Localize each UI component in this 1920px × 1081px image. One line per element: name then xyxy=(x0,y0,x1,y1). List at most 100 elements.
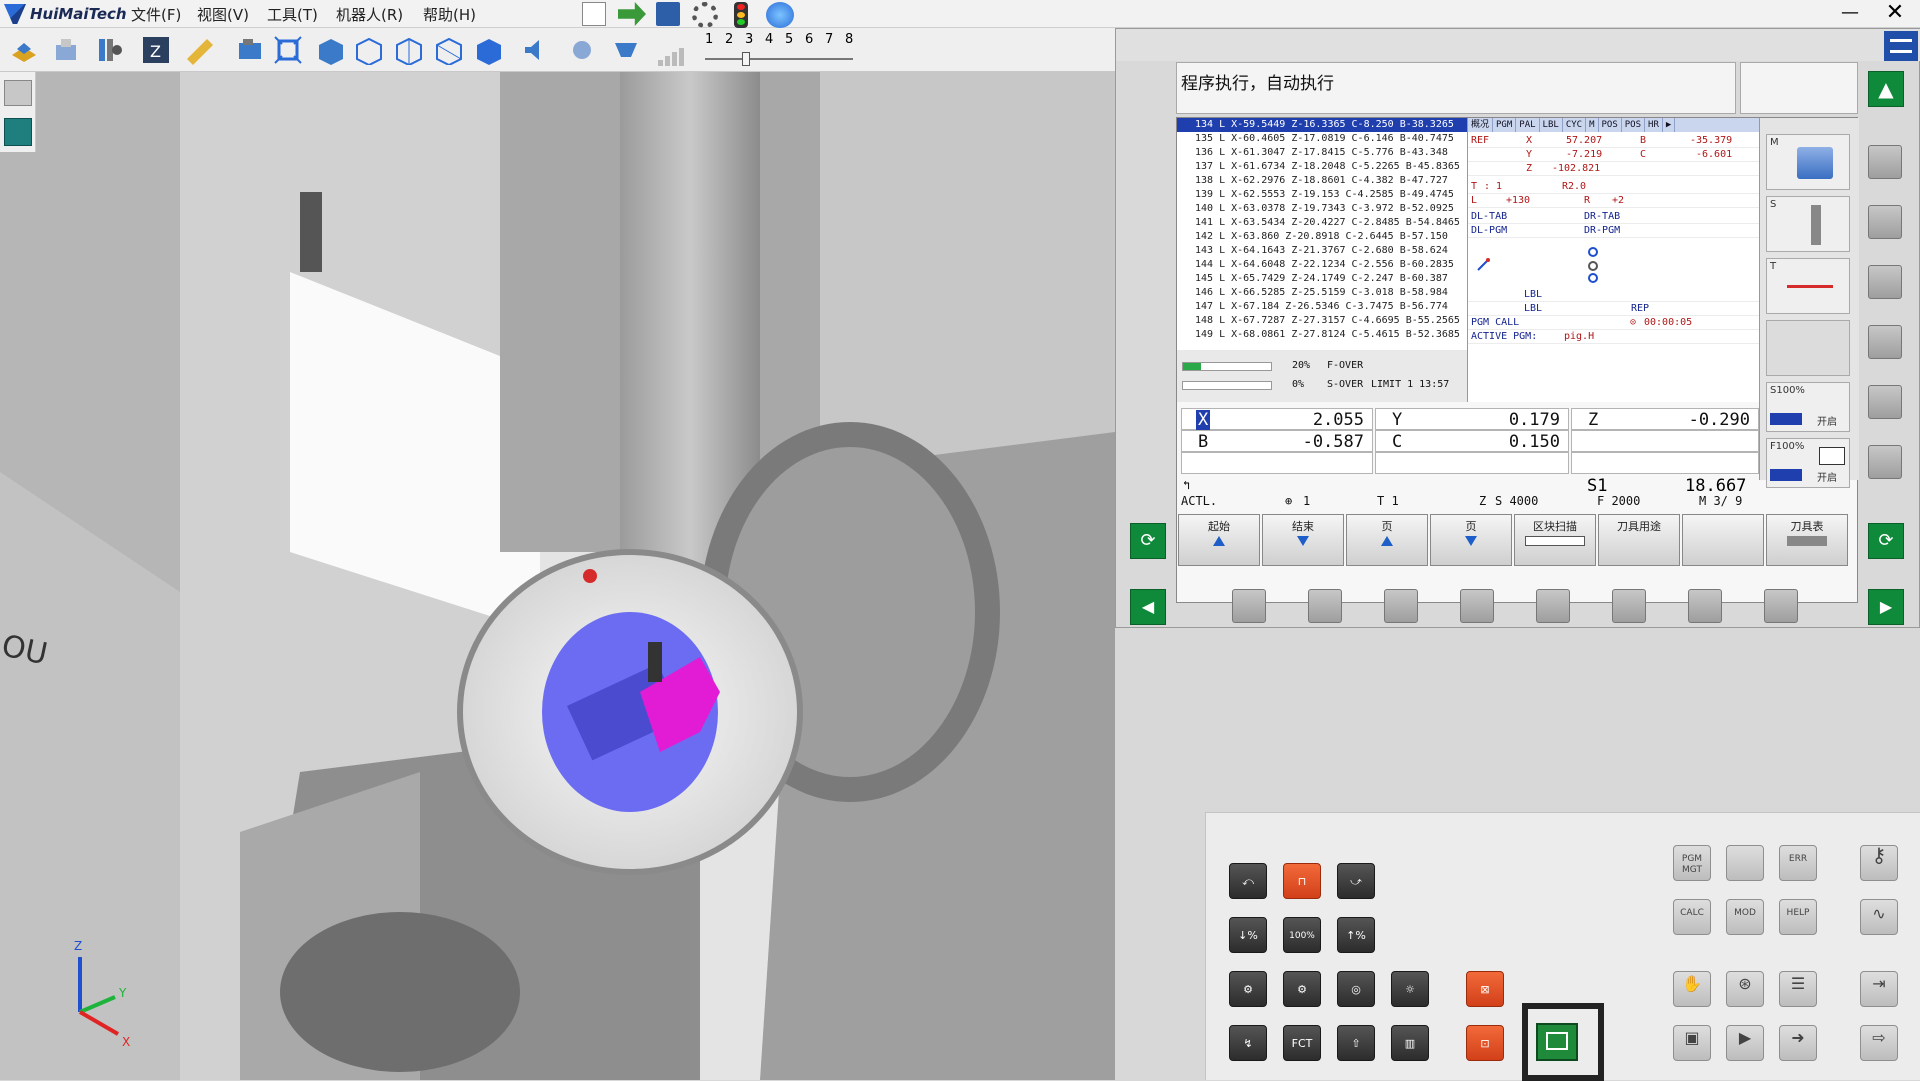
softkey-hardware-button[interactable] xyxy=(1764,589,1798,623)
program-line[interactable]: 137 L X-61.6734 Z-18.2048 C-5.2265 B-45.… xyxy=(1177,160,1467,174)
softkey-tool-usage[interactable]: 刀具用途 xyxy=(1598,514,1680,566)
screen-up-button[interactable]: ▲ xyxy=(1868,71,1904,107)
err-key[interactable]: ERR xyxy=(1779,845,1817,881)
cycle-stop-key[interactable]: ⊠ xyxy=(1466,971,1504,1007)
panel-side-key[interactable] xyxy=(1868,445,1902,479)
menu-file[interactable]: 文件(F) xyxy=(131,4,181,25)
program-line[interactable]: 146 L X-66.5285 Z-25.5159 C-3.018 B-58.9… xyxy=(1177,286,1467,300)
status-tab[interactable]: HR xyxy=(1645,118,1663,132)
test-run-key[interactable]: ➜ xyxy=(1779,1025,1817,1061)
softkey-prev-button[interactable]: ◀ xyxy=(1130,589,1166,625)
status-tab[interactable]: POS xyxy=(1599,118,1622,132)
fit-view-icon[interactable] xyxy=(270,32,306,68)
softkey-page-down[interactable]: 页 xyxy=(1430,514,1512,566)
status-tab[interactable]: LBL xyxy=(1540,118,1563,132)
program-line[interactable]: 148 L X-67.7287 Z-27.3157 C-4.6695 B-55.… xyxy=(1177,314,1467,328)
softkey-hardware-button[interactable] xyxy=(1308,589,1342,623)
screen-mode-key[interactable] xyxy=(1536,1023,1578,1061)
door-key[interactable]: ▥ xyxy=(1391,1025,1429,1061)
program-line[interactable]: 145 L X-65.7429 Z-24.1749 C-2.247 B-60.3… xyxy=(1177,272,1467,286)
panel-side-key[interactable] xyxy=(1868,145,1902,179)
camera-view-icon[interactable] xyxy=(232,32,268,68)
panel-side-key[interactable] xyxy=(1868,325,1902,359)
softkey-next-button[interactable]: ▶ xyxy=(1868,589,1904,625)
program-line[interactable]: 140 L X-63.0378 Z-19.7343 C-3.972 B-52.0… xyxy=(1177,202,1467,216)
softkey-hardware-button[interactable] xyxy=(1612,589,1646,623)
softkey-end[interactable]: 结束 xyxy=(1262,514,1344,566)
traffic-light-icon[interactable] xyxy=(734,2,748,28)
pgm-mgt-key[interactable]: PGM MGT xyxy=(1673,845,1711,881)
status-tab[interactable]: PGM xyxy=(1493,118,1517,132)
panel-toggle-icon[interactable] xyxy=(4,118,32,146)
panel-side-key[interactable] xyxy=(1868,385,1902,419)
sound-toggle-icon[interactable] xyxy=(518,32,554,68)
program-line[interactable]: 147 L X-67.184 Z-26.5346 C-3.7475 B-56.7… xyxy=(1177,300,1467,314)
key-switch-icon[interactable]: ⚷ xyxy=(1860,845,1898,881)
minimize-button[interactable]: — xyxy=(1838,2,1862,26)
manual-mode-key[interactable]: ✋ xyxy=(1673,971,1711,1007)
program-line[interactable]: 139 L X-62.5553 Z-19.153 C-4.2585 B-49.4… xyxy=(1177,188,1467,202)
program-line[interactable]: 138 L X-62.2976 Z-18.8601 C-4.382 B-47.7… xyxy=(1177,174,1467,188)
fct-key[interactable]: FCT xyxy=(1283,1025,1321,1061)
program-line[interactable]: 136 L X-61.3047 Z-17.8415 C-5.776 B-43.3… xyxy=(1177,146,1467,160)
program-line[interactable]: 134 L X-59.5449 Z-16.3365 C-8.250 B-38.3… xyxy=(1177,118,1467,132)
view-top-icon[interactable] xyxy=(390,32,426,68)
panel-swap-icon[interactable] xyxy=(1884,31,1918,61)
mod-key[interactable]: MOD xyxy=(1726,899,1764,935)
upload-key[interactable]: ⇧ xyxy=(1337,1025,1375,1061)
view-front-icon[interactable] xyxy=(350,32,386,68)
view-shaded-icon[interactable] xyxy=(470,32,506,68)
speed-thumb[interactable] xyxy=(742,52,750,66)
help-key[interactable]: HELP xyxy=(1779,899,1817,935)
softkey-hardware-button[interactable] xyxy=(1536,589,1570,623)
softkey-begin[interactable]: 起始 xyxy=(1178,514,1260,566)
softkey-page-up[interactable]: 页 xyxy=(1346,514,1428,566)
z-offset-icon[interactable]: Z xyxy=(138,32,174,68)
status-tab[interactable]: POS xyxy=(1622,118,1646,132)
softkey-block-scan[interactable]: 区块扫描 xyxy=(1514,514,1596,566)
override-plus-key[interactable]: ↑% xyxy=(1337,917,1375,953)
tool-holder-icon[interactable] xyxy=(90,32,126,68)
single-block-key[interactable]: ▣ xyxy=(1673,1025,1711,1061)
tab-scroll-right-icon[interactable]: ▶ xyxy=(1663,118,1676,132)
softkey-blank[interactable] xyxy=(1682,514,1764,566)
menu-view[interactable]: 视图(V) xyxy=(197,4,249,25)
program-line[interactable]: 141 L X-63.5434 Z-20.4227 C-2.8485 B-54.… xyxy=(1177,216,1467,230)
tool-release-key[interactable]: ◎ xyxy=(1337,971,1375,1007)
menu-help[interactable]: 帮助(H) xyxy=(423,4,476,25)
spindle-icon[interactable] xyxy=(608,32,644,68)
full-sequence-key[interactable]: ▶ xyxy=(1726,1025,1764,1061)
settings-gear-icon[interactable] xyxy=(692,2,718,28)
softkey-hardware-button[interactable] xyxy=(1232,589,1266,623)
program-line[interactable]: 143 L X-64.1643 Z-21.3767 C-2.680 B-58.6… xyxy=(1177,244,1467,258)
spindle-start-key[interactable]: ⤻ xyxy=(1337,863,1375,899)
exit-key[interactable]: ⇨ xyxy=(1860,1025,1898,1061)
softkey-hardware-button[interactable] xyxy=(1384,589,1418,623)
measure-ruler-icon[interactable] xyxy=(182,32,218,68)
wave-key[interactable]: ∿ xyxy=(1860,899,1898,935)
status-tab[interactable]: CYC xyxy=(1563,118,1587,132)
program-line[interactable]: 149 L X-68.0861 Z-27.8124 C-5.4615 B-52.… xyxy=(1177,328,1467,342)
positioning-key[interactable]: ☰ xyxy=(1779,971,1817,1007)
coolant-on-key[interactable]: ⚙ xyxy=(1283,971,1321,1007)
new-file-icon[interactable] xyxy=(582,2,606,26)
blank-key[interactable] xyxy=(1726,845,1764,881)
view-iso-icon[interactable] xyxy=(312,32,348,68)
override-minus-key[interactable]: ↓% xyxy=(1229,917,1267,953)
workpiece-icon[interactable] xyxy=(48,32,84,68)
spindle-stop-key[interactable]: ⊓ xyxy=(1283,863,1321,899)
program-line[interactable]: 142 L X-63.860 Z-20.8918 C-2.6445 B-57.1… xyxy=(1177,230,1467,244)
softkey-hardware-button[interactable] xyxy=(1460,589,1494,623)
close-button[interactable]: ✕ xyxy=(1880,0,1910,28)
softkey-hardware-button[interactable] xyxy=(1688,589,1722,623)
handwheel-mode-key[interactable]: ⊛ xyxy=(1726,971,1764,1007)
menu-tools[interactable]: 工具(T) xyxy=(267,4,318,25)
status-tab[interactable]: M xyxy=(1586,118,1599,132)
softkey-tool-table[interactable]: 刀具表 xyxy=(1766,514,1848,566)
open-file-icon[interactable] xyxy=(618,2,646,26)
program-listing[interactable]: 134 L X-59.5449 Z-16.3365 C-8.250 B-38.3… xyxy=(1177,118,1468,350)
machine-load-icon[interactable] xyxy=(6,32,42,68)
menu-robot[interactable]: 机器人(R) xyxy=(336,4,403,25)
view-side-icon[interactable] xyxy=(430,32,466,68)
layers-icon[interactable] xyxy=(4,80,32,106)
